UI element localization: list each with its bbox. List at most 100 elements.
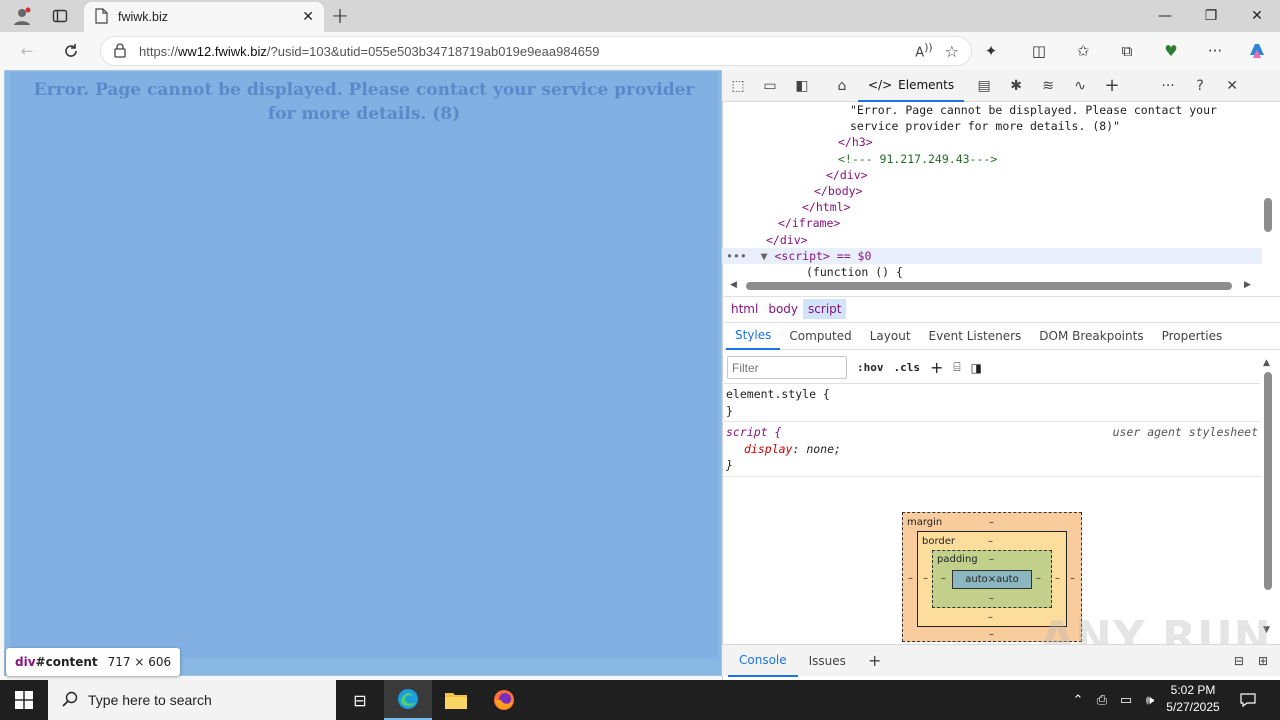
drawer-tab-issues[interactable]: Issues bbox=[798, 645, 857, 677]
favorite-star-icon[interactable]: ☆ bbox=[945, 42, 959, 61]
dom-node-selected[interactable]: ••• ▼ <script> == $0 bbox=[722, 247, 1262, 265]
performance-icon[interactable]: ∿ bbox=[1064, 70, 1096, 102]
hov-toggle[interactable]: :hov bbox=[857, 361, 884, 374]
devtools-menu-icon[interactable]: ··· bbox=[1152, 70, 1184, 102]
help-icon[interactable]: ? bbox=[1184, 70, 1216, 102]
dom-node[interactable]: service provider for more details. (8)" bbox=[722, 118, 1262, 134]
dom-comment[interactable]: <!--- 91.217.249.43---> bbox=[722, 151, 1262, 167]
subtab-event-listeners[interactable]: Event Listeners bbox=[920, 322, 1031, 350]
styles-vertical-scrollbar[interactable] bbox=[1264, 372, 1272, 590]
breadcrumb: html body script bbox=[722, 296, 1280, 320]
subtab-layout[interactable]: Layout bbox=[861, 322, 920, 350]
close-devtools-icon[interactable]: ✕ bbox=[1216, 70, 1248, 102]
drawer-dock-icon[interactable]: ⊟ bbox=[1234, 654, 1244, 668]
notifications-icon[interactable] bbox=[1236, 680, 1260, 720]
dom-node[interactable]: "Error. Page cannot be displayed. Please… bbox=[722, 102, 1262, 118]
scroll-left-icon[interactable]: ◀ bbox=[730, 280, 737, 290]
scroll-right-icon[interactable]: ▶ bbox=[1244, 280, 1251, 290]
split-screen-icon[interactable]: ◫ bbox=[1024, 36, 1054, 66]
tab-elements[interactable]: </> Elements bbox=[858, 70, 965, 102]
dom-node[interactable]: </div> bbox=[722, 232, 1262, 248]
styles-pane: element.style { } script { user agent st… bbox=[722, 384, 1260, 477]
toggle-sidebar-icon[interactable]: ◨ bbox=[971, 361, 982, 375]
tray-network-icon[interactable]: ⎙ bbox=[1090, 680, 1114, 720]
dom-node[interactable]: </body> bbox=[722, 183, 1262, 199]
dom-node[interactable]: </h3> bbox=[722, 134, 1262, 150]
subtab-properties[interactable]: Properties bbox=[1153, 322, 1232, 350]
box-model-content[interactable]: auto×auto bbox=[952, 570, 1032, 589]
taskbar-search-box[interactable]: Type here to search bbox=[48, 680, 336, 720]
rule-close-brace: } bbox=[726, 403, 733, 418]
minimize-button[interactable]: — bbox=[1142, 0, 1188, 32]
breadcrumb-html[interactable]: html bbox=[726, 299, 763, 319]
padding-right-value: – bbox=[1036, 573, 1041, 584]
breadcrumb-body[interactable]: body bbox=[763, 299, 803, 319]
paint-icon[interactable]: ⌸ bbox=[953, 360, 960, 375]
dom-node[interactable]: </div> bbox=[722, 167, 1262, 183]
edge-app-icon[interactable] bbox=[384, 680, 432, 720]
more-menu-icon[interactable]: ··· bbox=[1200, 36, 1230, 66]
favorites-icon[interactable]: ✩ bbox=[1068, 36, 1098, 66]
refresh-icon[interactable] bbox=[56, 36, 86, 66]
taskbar-clock[interactable]: 5:02 PM 5/27/2025 bbox=[1150, 682, 1236, 716]
drawer-expand-icon[interactable]: ⊞ bbox=[1258, 654, 1268, 668]
tooltip-size: 717 × 606 bbox=[107, 655, 172, 669]
profile-icon[interactable] bbox=[8, 2, 36, 30]
page-icon bbox=[94, 7, 108, 27]
start-windows-icon[interactable] bbox=[0, 680, 48, 720]
dock-side-icon[interactable]: ◧ bbox=[786, 70, 818, 102]
tray-chevron-icon[interactable]: ⌃ bbox=[1066, 680, 1090, 720]
tab-actions-icon[interactable] bbox=[46, 2, 74, 30]
subtab-computed[interactable]: Computed bbox=[780, 322, 860, 350]
lock-icon[interactable] bbox=[113, 42, 127, 61]
new-style-rule-icon[interactable]: + bbox=[930, 358, 943, 377]
search-icon bbox=[62, 691, 78, 710]
breadcrumb-script[interactable]: script bbox=[803, 298, 847, 319]
new-tab-button[interactable]: + bbox=[326, 2, 354, 30]
dom-node[interactable]: (function () { bbox=[722, 264, 1262, 278]
scroll-up-icon[interactable]: ▲ bbox=[1263, 358, 1270, 368]
extensions-icon[interactable]: ✦ bbox=[976, 36, 1006, 66]
copilot-icon[interactable] bbox=[1242, 36, 1272, 66]
elements-code-icon: </> bbox=[868, 77, 893, 92]
inspect-element-icon[interactable]: ⬚ bbox=[722, 70, 754, 102]
firefox-app-icon[interactable] bbox=[480, 680, 528, 720]
cls-toggle[interactable]: .cls bbox=[894, 361, 921, 374]
search-placeholder: Type here to search bbox=[88, 692, 212, 708]
devtools-drawer: Console Issues + ⊟ ⊞ bbox=[722, 644, 1280, 677]
more-tabs-plus-icon[interactable]: + bbox=[1096, 70, 1128, 102]
ua-script-rule[interactable]: script { user agent stylesheet display: … bbox=[722, 422, 1260, 477]
dom-vertical-scrollbar[interactable] bbox=[1264, 198, 1272, 232]
drawer-add-tab-icon[interactable]: + bbox=[857, 645, 892, 677]
dom-node[interactable]: </iframe> bbox=[722, 215, 1262, 231]
bug-icon[interactable]: ✱ bbox=[1000, 70, 1032, 102]
device-emulation-icon[interactable]: ▭ bbox=[754, 70, 786, 102]
collections-icon[interactable]: ⧉ bbox=[1112, 36, 1142, 66]
restore-button[interactable]: ❐ bbox=[1188, 0, 1234, 32]
border-top-value: – bbox=[988, 536, 993, 547]
element-style-rule[interactable]: element.style { } bbox=[722, 384, 1260, 422]
tray-wifi-icon[interactable]: ▭ bbox=[1114, 680, 1138, 720]
tab-active[interactable]: fwiwk.biz ✕ bbox=[84, 2, 324, 32]
close-window-button[interactable]: ✕ bbox=[1234, 0, 1280, 32]
horizontal-scrollbar[interactable] bbox=[746, 282, 1232, 290]
address-bar[interactable]: https://ww12.fwiwk.biz/?usid=103&utid=05… bbox=[100, 36, 972, 66]
file-explorer-icon[interactable] bbox=[432, 680, 480, 720]
drawer-tab-console[interactable]: Console bbox=[728, 645, 798, 677]
padding-bottom-value: – bbox=[989, 593, 994, 604]
back-icon[interactable]: ← bbox=[12, 36, 42, 66]
read-aloud-icon[interactable]: A)) bbox=[915, 41, 932, 60]
url-text[interactable]: https://ww12.fwiwk.biz/?usid=103&utid=05… bbox=[139, 44, 903, 59]
styles-filter-input[interactable] bbox=[727, 356, 847, 379]
welcome-home-icon[interactable]: ⌂ bbox=[826, 70, 858, 102]
dom-tree[interactable]: "Error. Page cannot be displayed. Please… bbox=[722, 102, 1262, 278]
dom-node[interactable]: </html> bbox=[722, 199, 1262, 215]
margin-label: margin bbox=[907, 517, 943, 528]
network-wifi-icon[interactable]: ≋ bbox=[1032, 70, 1064, 102]
browser-essentials-icon[interactable]: ♥ bbox=[1156, 36, 1186, 66]
subtab-dom-breakpoints[interactable]: DOM Breakpoints bbox=[1030, 322, 1152, 350]
task-view-icon[interactable]: ⊟ bbox=[336, 680, 384, 720]
console-error-icon[interactable]: ▤ bbox=[968, 70, 1000, 102]
subtab-styles[interactable]: Styles bbox=[726, 322, 781, 350]
close-tab-icon[interactable]: ✕ bbox=[302, 9, 314, 25]
